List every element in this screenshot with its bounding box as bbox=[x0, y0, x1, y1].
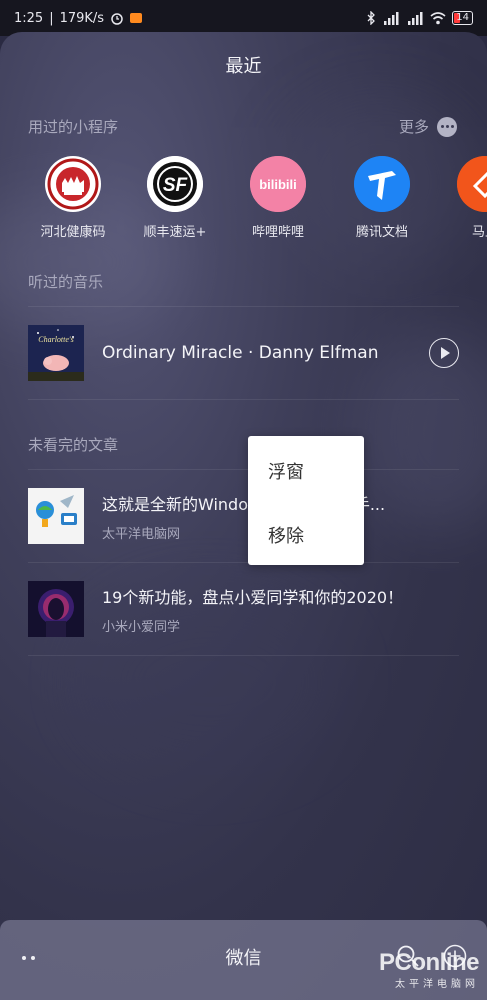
mini-program-label: 河北健康码 bbox=[40, 225, 106, 240]
recent-sheet: 最近 用过的小程序 更多 河北健康码 SF 顺丰速运+ bilibili 哔哩哔… bbox=[0, 32, 487, 1000]
battery-level: 14 bbox=[456, 12, 469, 23]
signal-icon-2 bbox=[406, 11, 424, 25]
play-button[interactable] bbox=[429, 338, 459, 368]
article-thumbnail bbox=[28, 581, 84, 637]
article-thumbnail bbox=[28, 488, 84, 544]
mini-programs-header: 用过的小程序 bbox=[28, 118, 119, 136]
hebei-health-code-icon bbox=[45, 156, 101, 212]
mini-program-orange[interactable]: 马上 bbox=[440, 156, 487, 240]
divider bbox=[28, 469, 459, 470]
mini-program-list: 河北健康码 SF 顺丰速运+ bilibili 哔哩哔哩 腾讯文档 马 bbox=[0, 156, 487, 240]
music-header: 听过的音乐 bbox=[28, 273, 104, 291]
mini-program-bilibili[interactable]: bilibili 哔哩哔哩 bbox=[233, 156, 323, 240]
bottom-bar: 微信 PConline 太平洋电脑网 bbox=[0, 920, 487, 1000]
mini-program-label: 哔哩哔哩 bbox=[251, 225, 304, 240]
bilibili-icon: bilibili bbox=[250, 156, 306, 212]
mini-program-label: 腾讯文档 bbox=[355, 225, 408, 240]
menu-item-remove[interactable]: 移除 bbox=[268, 522, 304, 548]
watermark-sub: 太平洋电脑网 bbox=[395, 979, 479, 990]
article-source: 小米小爱同学 bbox=[102, 619, 181, 635]
bluetooth-icon bbox=[366, 11, 376, 25]
sf-express-icon: SF bbox=[147, 156, 203, 212]
more-button[interactable]: 更多 bbox=[399, 116, 457, 137]
article-title: 19个新功能，盘点小爱同学和你的2020！ bbox=[102, 587, 404, 607]
svg-text:bilibili: bilibili bbox=[259, 177, 297, 192]
album-cover: Charlotte's bbox=[28, 325, 84, 381]
watermark-main: PConline bbox=[378, 949, 480, 976]
svg-text:SF: SF bbox=[163, 175, 189, 196]
watermark: PConline 太平洋电脑网 bbox=[378, 949, 480, 990]
notification-icon bbox=[130, 13, 143, 23]
orange-app-icon bbox=[457, 156, 487, 212]
divider bbox=[28, 562, 459, 563]
more-dots-icon bbox=[437, 116, 457, 137]
battery-icon: 14 bbox=[452, 11, 473, 25]
svg-text:Charlotte's: Charlotte's bbox=[38, 335, 74, 344]
status-speed: 179K/s bbox=[59, 10, 105, 26]
divider bbox=[28, 655, 459, 656]
mini-program-label: 马上 bbox=[471, 225, 487, 240]
article-item[interactable]: 19个新功能，盘点小爱同学和你的2020！ 小米小爱同学 bbox=[28, 580, 459, 638]
status-separator: | bbox=[49, 10, 54, 26]
mini-program-label: 顺丰速运+ bbox=[143, 225, 207, 240]
music-title: Ordinary Miracle · Danny Elfman bbox=[102, 343, 379, 363]
context-menu: 浮窗 移除 bbox=[248, 436, 364, 565]
mini-program-tencent-docs[interactable]: 腾讯文档 bbox=[337, 156, 427, 240]
article-item[interactable]: 这就是全新的Windows 10X抢先上手... 太平洋电脑网 bbox=[28, 487, 459, 545]
tencent-docs-icon bbox=[354, 156, 410, 212]
articles-header: 未看完的文章 bbox=[28, 436, 119, 454]
status-bar: 1:25 | 179K/s 14 bbox=[0, 0, 487, 36]
alarm-icon bbox=[110, 11, 124, 25]
status-time: 1:25 bbox=[14, 10, 44, 26]
divider bbox=[28, 306, 459, 307]
more-label: 更多 bbox=[398, 118, 429, 136]
divider bbox=[28, 399, 459, 400]
mini-program-hebei-health-code[interactable]: 河北健康码 bbox=[28, 156, 118, 240]
mini-program-sf-express[interactable]: SF 顺丰速运+ bbox=[130, 156, 220, 240]
menu-item-float-window[interactable]: 浮窗 bbox=[268, 458, 304, 484]
music-item[interactable]: Charlotte's Ordinary Miracle · Danny Elf… bbox=[28, 324, 459, 382]
wifi-icon bbox=[430, 11, 446, 25]
signal-icon-1 bbox=[382, 11, 400, 25]
page-title: 最近 bbox=[225, 56, 262, 77]
